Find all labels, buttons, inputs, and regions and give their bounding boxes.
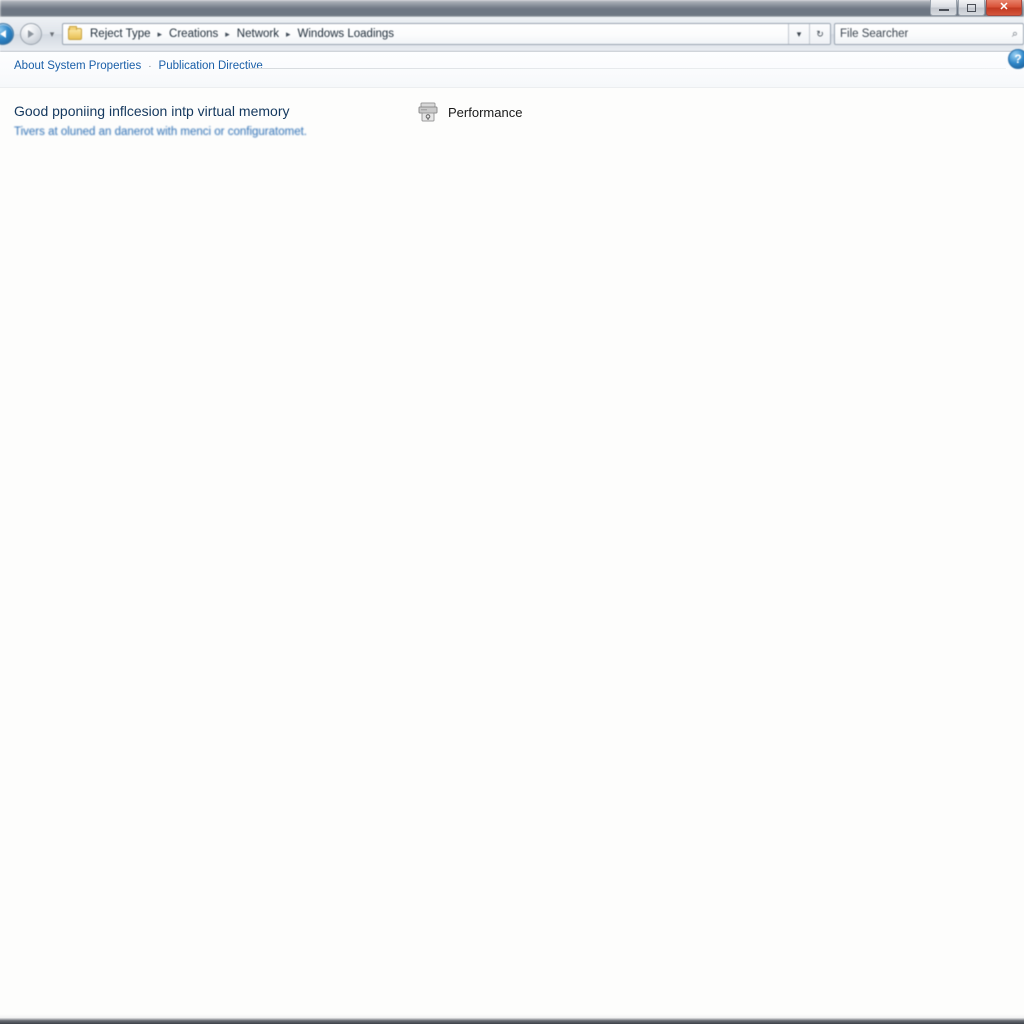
breadcrumb-item-3[interactable]: Windows Loadings xyxy=(296,28,397,40)
title-bar-sheen xyxy=(0,0,1024,8)
forward-button[interactable] xyxy=(20,23,42,45)
command-bar-divider xyxy=(248,68,1006,69)
list-item-performance[interactable]: Performance xyxy=(416,100,522,124)
minimize-icon xyxy=(938,9,949,11)
link-publication-directive[interactable]: Publication Directive xyxy=(159,60,263,72)
breadcrumb-item-2[interactable]: Network xyxy=(235,28,281,40)
breadcrumb-separator: ▸ xyxy=(225,28,230,39)
content-area: Good pponiing inflcesion intp virtual me… xyxy=(0,88,1024,1014)
maximize-button[interactable] xyxy=(958,0,985,16)
list-item-label: Performance xyxy=(448,104,523,120)
help-icon[interactable]: ? xyxy=(1008,49,1024,69)
maximize-icon xyxy=(967,3,976,12)
breadcrumb-separator: ▸ xyxy=(157,28,163,39)
search-input[interactable]: File Searcher ⌕ xyxy=(834,23,1024,45)
forward-arrow-icon xyxy=(28,30,34,38)
window-controls: ✕ xyxy=(930,0,1022,17)
breadcrumb: Reject Type ▸ Creations ▸ Network ▸ Wind… xyxy=(88,28,788,40)
back-arrow-icon xyxy=(0,30,6,38)
breadcrumb-separator: ▸ xyxy=(285,28,291,39)
back-button[interactable] xyxy=(0,23,14,45)
refresh-icon[interactable]: ↻ xyxy=(809,24,830,44)
address-chevron-down-icon[interactable]: ▾ xyxy=(788,24,809,44)
folder-icon xyxy=(68,26,82,40)
close-icon: ✕ xyxy=(999,1,1009,13)
command-bar: About System Properties · Publication Di… xyxy=(0,52,1024,88)
close-button[interactable]: ✕ xyxy=(986,0,1022,16)
link-about-system-properties[interactable]: About System Properties xyxy=(14,60,141,72)
address-bar: ▾ Reject Type ▸ Creations ▸ Network ▸ Wi… xyxy=(0,17,1024,52)
address-input[interactable]: Reject Type ▸ Creations ▸ Network ▸ Wind… xyxy=(62,23,831,45)
title-bar xyxy=(0,0,1024,17)
breadcrumb-item-0[interactable]: Reject Type xyxy=(88,28,153,40)
minimize-button[interactable] xyxy=(930,0,957,16)
page-subtitle: Tivers at oluned an danerot with menci o… xyxy=(14,126,307,138)
breadcrumb-item-1[interactable]: Creations xyxy=(167,28,220,40)
command-link-separator: · xyxy=(148,60,152,72)
page-title: Good pponiing inflcesion intp virtual me… xyxy=(14,103,290,119)
performance-icon xyxy=(416,100,440,124)
explorer-window: ✕ ▾ Reject Type ▸ Creations ▸ Network ▸ … xyxy=(0,0,1024,1024)
recent-pages-chevron-down-icon[interactable]: ▾ xyxy=(46,29,58,40)
search-icon: ⌕ xyxy=(1011,27,1018,40)
search-input-value: File Searcher xyxy=(840,28,909,40)
command-links: About System Properties · Publication Di… xyxy=(14,60,263,72)
window-bottom-edge xyxy=(0,1015,1024,1024)
